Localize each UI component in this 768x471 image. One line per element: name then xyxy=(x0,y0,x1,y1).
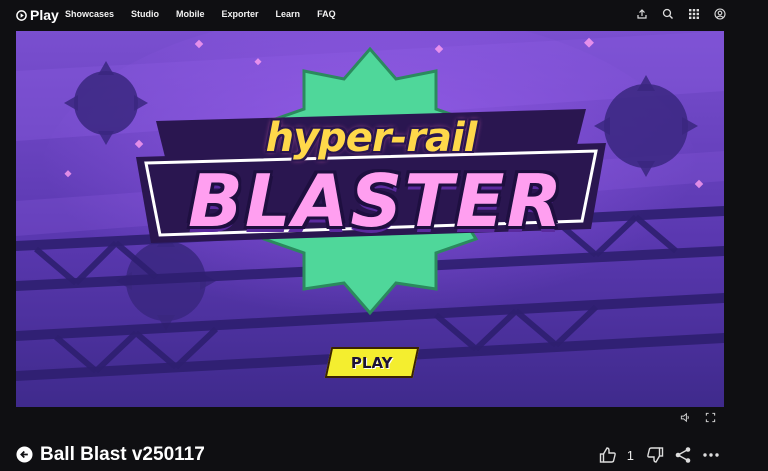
thumbs-up-icon[interactable] xyxy=(599,446,617,464)
game-stage[interactable]: hyper-rail BLASTER PLAY xyxy=(16,31,724,407)
top-nav: Play Showcases Studio Mobile Exporter Le… xyxy=(0,0,768,30)
account-icon[interactable] xyxy=(714,8,726,20)
game-title: Ball Blast v250117 xyxy=(40,444,205,465)
menu-item-showcases[interactable]: Showcases xyxy=(65,9,114,19)
play-button-label: PLAY xyxy=(351,353,393,372)
thumbs-down-icon[interactable] xyxy=(646,446,664,464)
back-arrow-icon[interactable] xyxy=(16,446,33,463)
play-logo-icon xyxy=(16,9,27,21)
menu-item-mobile[interactable]: Mobile xyxy=(176,9,205,19)
game-logo-line1: hyper-rail xyxy=(265,115,478,161)
menu-item-studio[interactable]: Studio xyxy=(131,9,159,19)
play-button[interactable]: PLAY xyxy=(324,347,420,378)
menu-item-learn[interactable]: Learn xyxy=(276,9,301,19)
nav-actions xyxy=(636,8,726,20)
apps-grid-icon[interactable] xyxy=(688,8,700,20)
volume-icon[interactable] xyxy=(680,412,691,423)
brand-logo[interactable]: Play xyxy=(16,7,59,23)
main-menu: Showcases Studio Mobile Exporter Learn F… xyxy=(65,9,336,19)
share-icon[interactable] xyxy=(674,446,692,464)
like-count: 1 xyxy=(626,447,634,463)
search-icon[interactable] xyxy=(662,8,674,20)
menu-item-exporter[interactable]: Exporter xyxy=(222,9,259,19)
more-options-icon[interactable] xyxy=(702,446,720,464)
brand-name: Play xyxy=(30,7,59,23)
game-actions: 1 xyxy=(599,446,720,464)
fullscreen-icon[interactable] xyxy=(705,412,716,423)
stage-controls xyxy=(680,412,716,423)
share-icon[interactable] xyxy=(636,8,648,20)
game-logo-line2: BLASTER xyxy=(187,159,565,243)
menu-item-faq[interactable]: FAQ xyxy=(317,9,336,19)
